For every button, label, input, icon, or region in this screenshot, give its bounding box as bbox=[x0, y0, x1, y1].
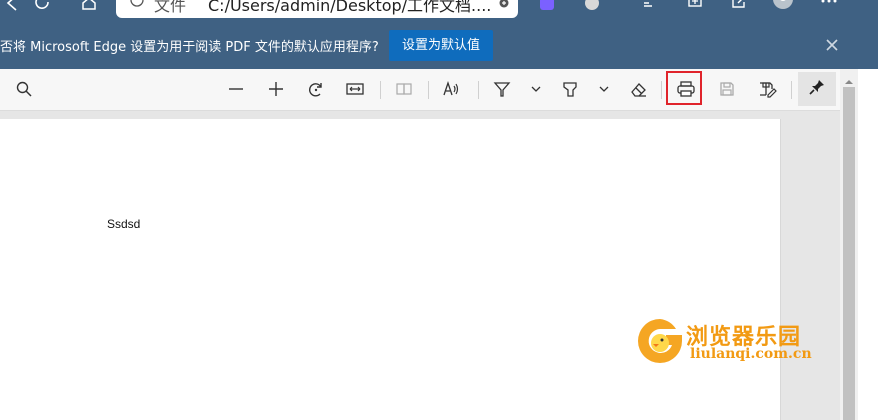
favorites-icon[interactable] bbox=[640, 0, 662, 14]
pin-icon bbox=[808, 78, 826, 101]
highlight-options-chevron-icon[interactable] bbox=[593, 78, 615, 100]
back-arrow-icon[interactable] bbox=[2, 0, 24, 14]
watermark: 浏览器乐园 liulanqi.com.cn bbox=[636, 317, 826, 369]
rotate-icon[interactable] bbox=[305, 78, 327, 100]
print-icon[interactable] bbox=[675, 78, 697, 100]
browser-toolbar: 文件 C:/Users/admin/Desktop/工作文档.... bbox=[0, 0, 878, 21]
extension-icon[interactable] bbox=[536, 0, 558, 14]
pin-toolbar-button[interactable] bbox=[798, 72, 836, 106]
highlight-icon[interactable] bbox=[559, 78, 581, 100]
zoom-out-icon[interactable] bbox=[225, 78, 247, 100]
save-as-icon[interactable] bbox=[756, 78, 778, 100]
banner-message: 否将 Microsoft Edge 设置为用于阅读 PDF 文件的默认应用程序? bbox=[0, 40, 379, 55]
more-options-icon[interactable] bbox=[818, 0, 840, 14]
default-app-banner: 否将 Microsoft Edge 设置为用于阅读 PDF 文件的默认应用程序?… bbox=[0, 21, 878, 69]
share-icon[interactable] bbox=[728, 0, 750, 14]
address-bar[interactable]: 文件 C:/Users/admin/Desktop/工作文档.... bbox=[116, 0, 518, 18]
watermark-logo-icon bbox=[636, 317, 684, 370]
zoom-in-icon[interactable] bbox=[265, 78, 287, 100]
url-text[interactable]: C:/Users/admin/Desktop/工作文档.... bbox=[208, 0, 491, 16]
search-icon[interactable] bbox=[13, 78, 35, 100]
set-default-button[interactable]: 设置为默认值 bbox=[389, 30, 493, 61]
profile-avatar-icon[interactable] bbox=[772, 0, 794, 14]
info-icon[interactable] bbox=[128, 0, 146, 17]
page-view-icon[interactable] bbox=[393, 78, 415, 100]
read-aloud-icon[interactable] bbox=[441, 78, 463, 100]
scrollbar-thumb[interactable] bbox=[843, 87, 855, 420]
refresh-icon[interactable] bbox=[32, 0, 54, 14]
toolbar-divider bbox=[791, 81, 792, 99]
vertical-scrollbar[interactable] bbox=[840, 69, 858, 420]
toolbar-divider bbox=[428, 81, 429, 99]
browser-window: 文件 C:/Users/admin/Desktop/工作文档.... 否将 Mi… bbox=[0, 0, 878, 420]
toolbar-divider bbox=[478, 81, 479, 99]
watermark-site: liulanqi.com.cn bbox=[690, 346, 812, 362]
fit-page-icon[interactable] bbox=[344, 78, 366, 100]
file-label: 文件 bbox=[154, 0, 187, 15]
pdf-page: Ssdsd bbox=[0, 119, 781, 420]
collections-icon[interactable] bbox=[684, 0, 706, 14]
toolbar-divider bbox=[380, 81, 381, 99]
save-icon[interactable] bbox=[716, 78, 738, 100]
home-icon[interactable] bbox=[78, 0, 100, 14]
draw-options-chevron-icon[interactable] bbox=[525, 78, 547, 100]
toolbar-divider bbox=[661, 81, 662, 99]
document-text: Ssdsd bbox=[107, 217, 141, 231]
pdf-document-area: Ssdsd bbox=[0, 111, 840, 420]
extension-circle-icon[interactable] bbox=[581, 0, 603, 14]
window-edge bbox=[858, 69, 878, 420]
add-favorite-icon[interactable] bbox=[490, 0, 510, 17]
close-icon[interactable] bbox=[824, 37, 840, 58]
pdf-toolbar bbox=[0, 69, 858, 111]
erase-icon[interactable] bbox=[627, 78, 649, 100]
draw-icon[interactable] bbox=[491, 78, 513, 100]
